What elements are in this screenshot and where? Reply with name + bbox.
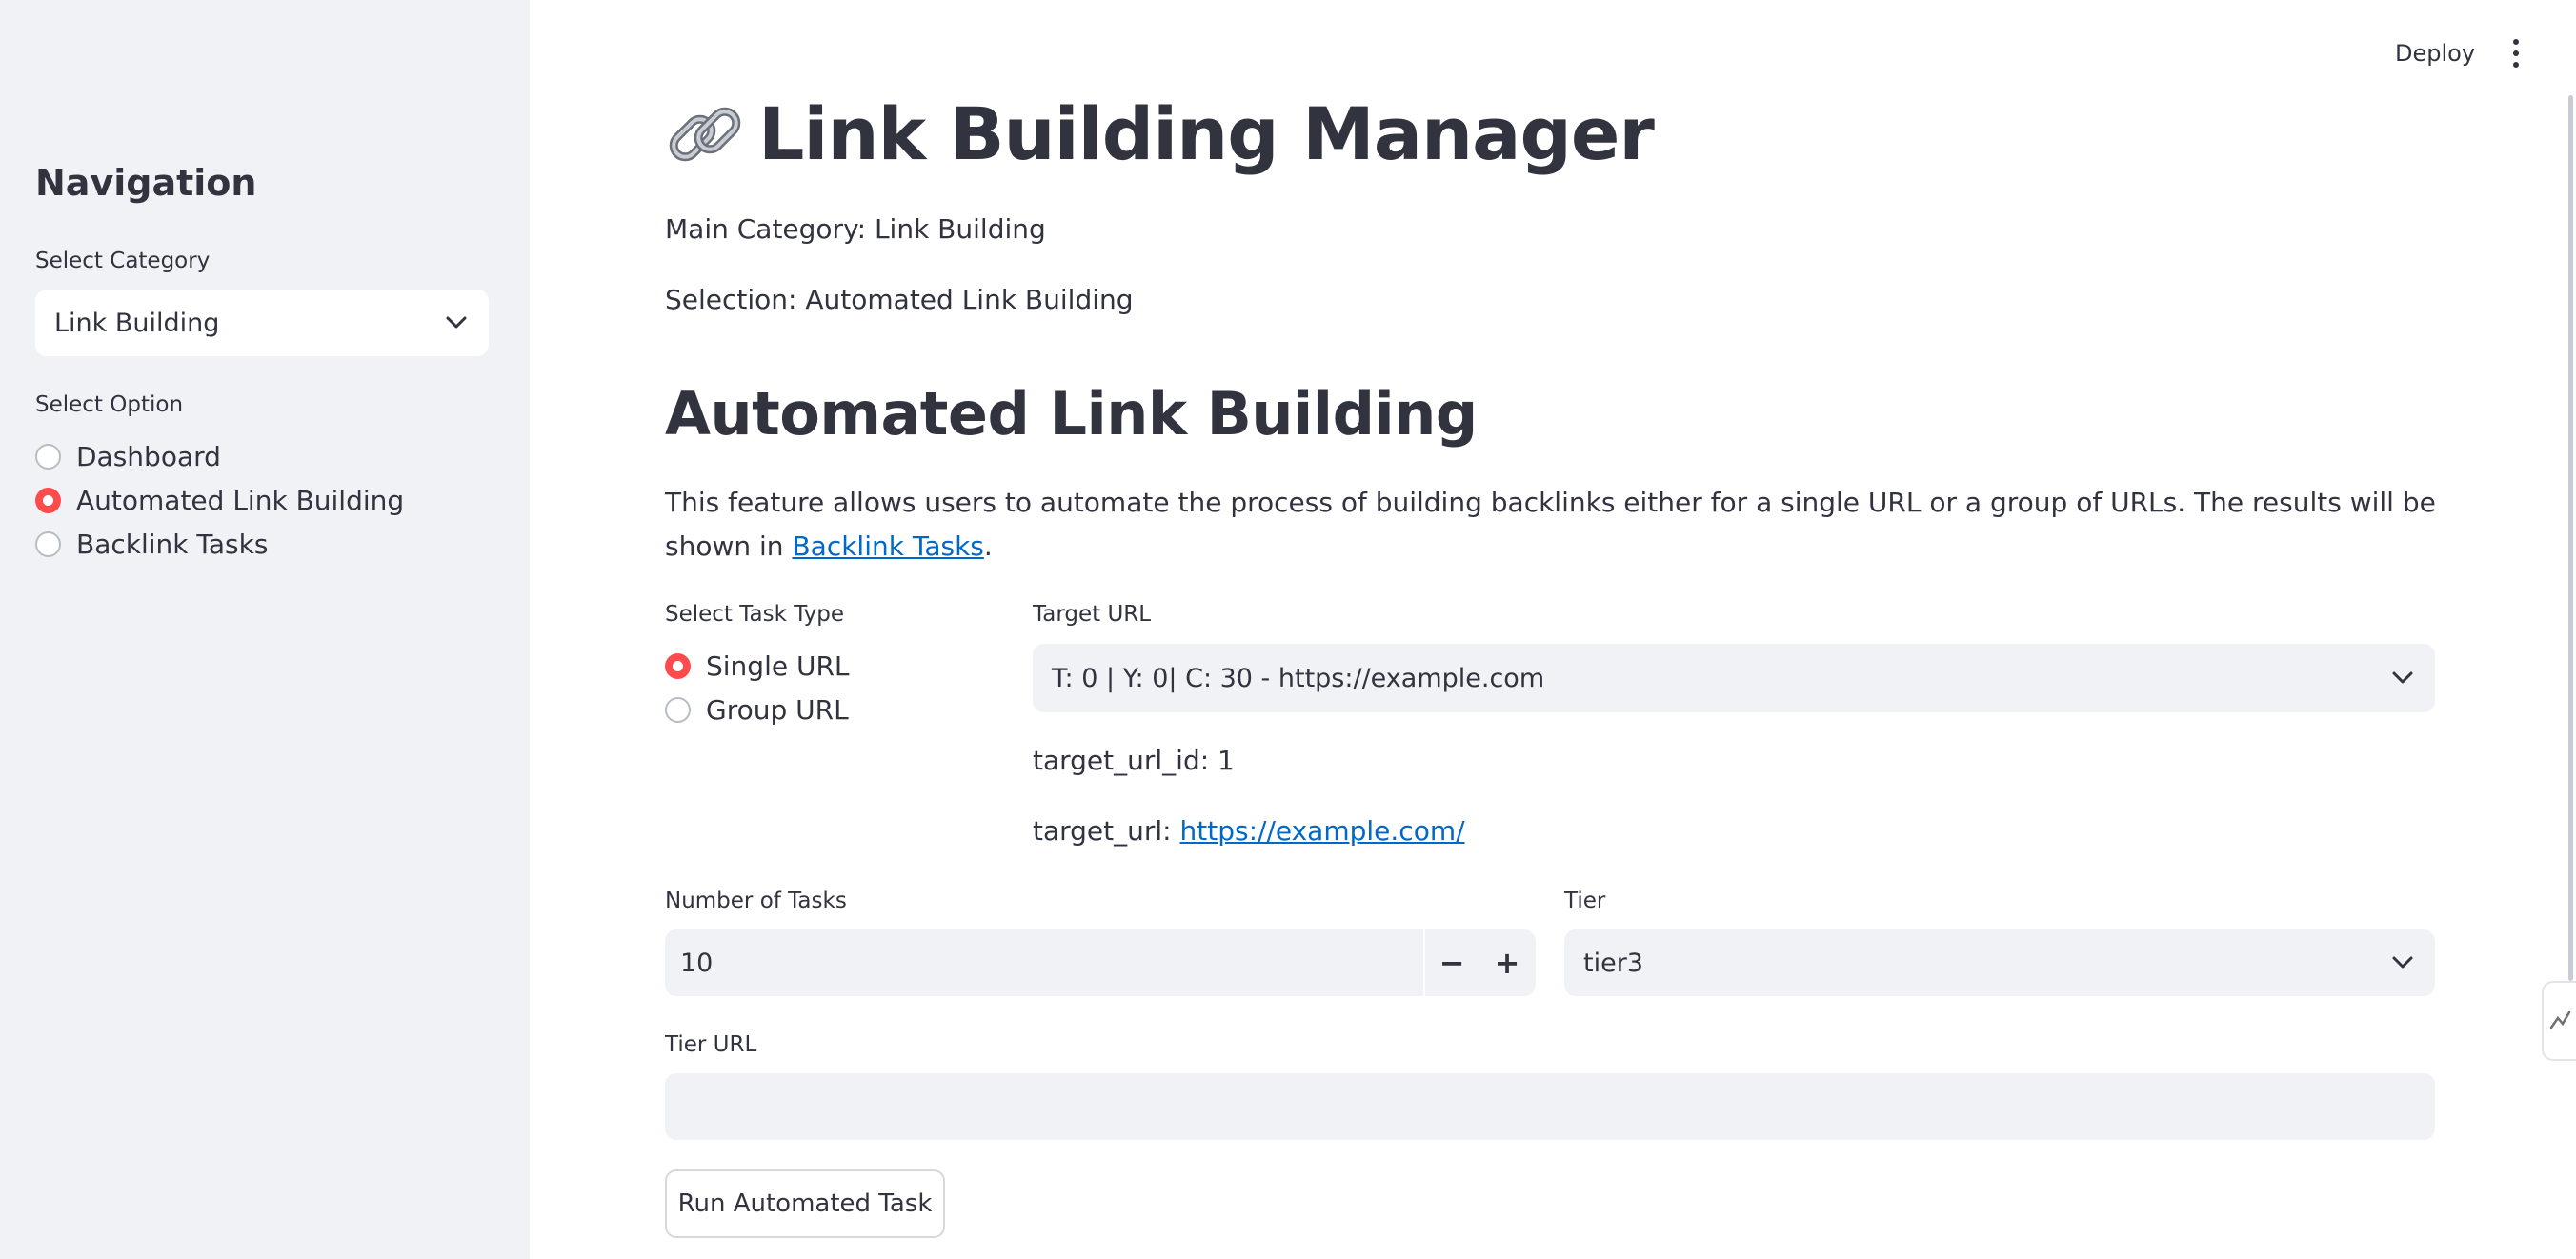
radio-option-label: Group URL — [706, 693, 849, 726]
radio-option-single-url[interactable]: Single URL — [665, 644, 850, 688]
scrollbar[interactable] — [2568, 95, 2573, 981]
increment-button[interactable]: + — [1480, 929, 1534, 996]
category-select[interactable]: Link Building — [35, 290, 489, 356]
page-title: Link Building Manager — [665, 91, 1655, 176]
tier-url-label: Tier URL — [665, 1032, 757, 1057]
description-end: . — [983, 530, 993, 562]
target-url-prefix: target_url: — [1033, 815, 1172, 847]
radio-option-label: Single URL — [706, 649, 850, 682]
target-url-id-text: target_url_id: 1 — [1033, 745, 1235, 776]
radio-option-dashboard[interactable]: Dashboard — [35, 434, 404, 478]
chevron-down-icon — [443, 310, 470, 336]
target-url-select-value: T: 0 | Y: 0| C: 30 - https://example.com — [1052, 663, 1545, 693]
section-title: Automated Link Building — [665, 379, 1478, 449]
radio-checked-icon — [665, 652, 691, 679]
sidebar: Navigation Select Category Link Building… — [0, 0, 530, 1259]
decrement-button[interactable]: − — [1425, 929, 1479, 996]
chevron-down-icon — [2389, 949, 2416, 976]
select-option-label: Select Option — [35, 392, 184, 417]
radio-unchecked-icon — [665, 696, 691, 723]
select-category-label: Select Category — [35, 249, 211, 273]
radio-option-label: Dashboard — [76, 440, 221, 472]
task-type-radio-group: Single URL Group URL — [665, 644, 850, 731]
target-url-label: Target URL — [1033, 602, 1152, 627]
radio-option-backlink-tasks[interactable]: Backlink Tasks — [35, 522, 404, 566]
radio-option-automated-link-building[interactable]: Automated Link Building — [35, 478, 404, 522]
tier-label: Tier — [1564, 889, 1606, 913]
num-tasks-label: Number of Tasks — [665, 889, 847, 913]
radio-option-group-url[interactable]: Group URL — [665, 688, 850, 731]
deploy-button[interactable]: Deploy — [2382, 34, 2488, 72]
num-tasks-input[interactable]: 10 — [680, 929, 713, 996]
category-select-value: Link Building — [54, 308, 220, 338]
backlink-tasks-link[interactable]: Backlink Tasks — [792, 530, 983, 562]
tier-select-value: tier3 — [1583, 948, 1643, 978]
chart-toggle-icon[interactable] — [2542, 981, 2576, 1061]
kebab-menu-icon[interactable] — [2502, 36, 2530, 70]
radio-unchecked-icon — [35, 443, 61, 470]
radio-unchecked-icon — [35, 530, 61, 557]
target-url-text: target_url: https://example.com/ — [1033, 815, 1465, 847]
link-icon — [665, 94, 745, 174]
tier-url-input[interactable] — [665, 1073, 2435, 1140]
page-title-text: Link Building Manager — [758, 91, 1655, 176]
radio-option-label: Backlink Tasks — [76, 528, 269, 560]
radio-checked-icon — [35, 487, 61, 513]
radio-option-label: Automated Link Building — [76, 484, 405, 516]
run-automated-task-button[interactable]: Run Automated Task — [665, 1169, 945, 1238]
app-window: Navigation Select Category Link Building… — [0, 0, 2576, 1259]
chevron-down-icon — [2389, 665, 2416, 691]
option-radio-group: Dashboard Automated Link Building Backli… — [35, 434, 404, 566]
num-tasks-stepper: 10 − + — [665, 929, 1536, 996]
target-url-select[interactable]: T: 0 | Y: 0| C: 30 - https://example.com — [1033, 644, 2435, 712]
task-type-label: Select Task Type — [665, 602, 845, 627]
sidebar-title: Navigation — [35, 162, 257, 204]
selection-text: Selection: Automated Link Building — [665, 284, 1134, 315]
tier-select[interactable]: tier3 — [1564, 929, 2435, 996]
main-category-text: Main Category: Link Building — [665, 213, 1046, 245]
target-url-link[interactable]: https://example.com/ — [1180, 815, 1465, 847]
feature-description: This feature allows users to automate th… — [665, 481, 2437, 569]
